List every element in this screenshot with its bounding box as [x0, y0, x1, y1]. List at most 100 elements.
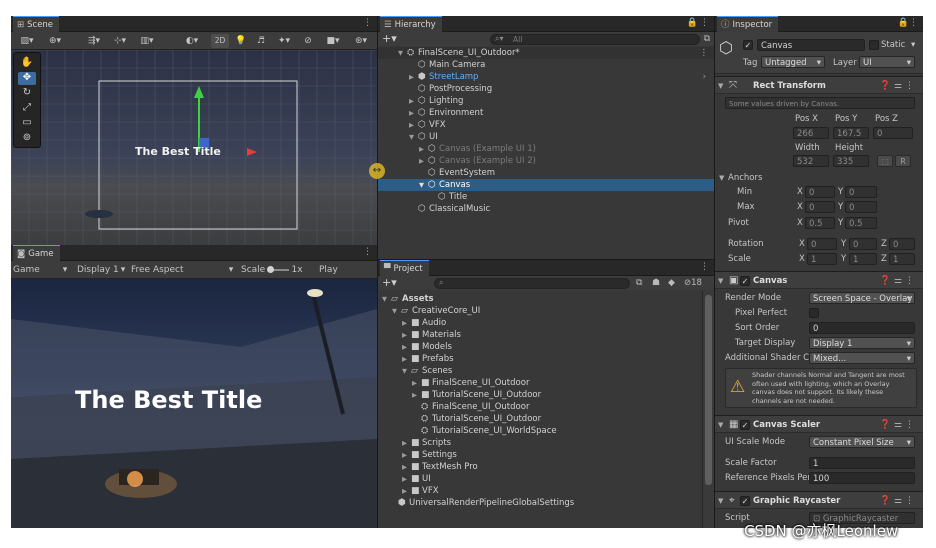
component-header-icons[interactable]: ❓⚌⋮ [880, 492, 917, 510]
tag-dropdown[interactable]: Untagged [761, 56, 825, 68]
anchor-min-y-field[interactable]: 0 [845, 186, 877, 198]
search-by-label-icon[interactable]: ☗ [652, 276, 660, 290]
foldout-arrow-icon[interactable]: ▼ [718, 272, 723, 290]
expand-arrow-icon[interactable]: ▶ [409, 95, 418, 107]
scale-slider-thumb[interactable] [267, 266, 274, 273]
tab-game[interactable]: ◙ Game [13, 245, 60, 261]
draw-mode-icon[interactable]: ▨▾ [15, 34, 39, 48]
rotation-x-field[interactable]: 0 [807, 238, 837, 250]
target-display-dropdown[interactable]: Display 1 [809, 337, 915, 349]
project-row-scene-worldspace[interactable]: ⛭ TutorialScene_UI_WorldSpace [378, 425, 702, 437]
canvas-component-header[interactable]: ▼ ▣ ✓ Canvas ❓⚌⋮ [715, 271, 923, 289]
sort-order-field[interactable]: 0 [809, 322, 915, 334]
expand-arrow-icon[interactable]: ▶ [412, 389, 421, 401]
effects-icon[interactable]: ✦▾ [273, 34, 295, 48]
expand-arrow-icon[interactable]: ▶ [402, 485, 411, 497]
project-row-audio[interactable]: ▶ ■ Audio [378, 317, 702, 329]
expand-arrow-icon[interactable]: ▶ [409, 71, 418, 83]
scale-z-field[interactable]: 1 [889, 253, 915, 265]
foldout-arrow-icon[interactable]: ▼ [718, 492, 723, 510]
tab-inspector[interactable]: ⓘ Inspector [717, 16, 779, 32]
inspector-lock-icon[interactable]: 🔒 [898, 18, 909, 28]
blueprint-mode-button[interactable]: ⬚ [877, 155, 893, 167]
hierarchy-lock-icon[interactable]: 🔒 [687, 18, 698, 28]
expand-arrow-icon[interactable]: ▶ [402, 341, 411, 353]
play-focused-select[interactable]: Play Focused [319, 263, 377, 289]
pos-x-field[interactable]: 266 [793, 127, 829, 139]
grid-snap-icon[interactable]: ▥▾ [135, 34, 159, 48]
tab-project[interactable]: ▀ Project [380, 260, 429, 276]
project-tab-menu-icon[interactable]: ⋮ [700, 262, 709, 272]
hierarchy-add-button[interactable]: +▾ [382, 32, 397, 46]
expand-arrow-icon[interactable]: ▶ [402, 329, 411, 341]
hand-tool-icon[interactable]: ✋ [18, 57, 36, 70]
project-row-urp-settings[interactable]: ⬢ UniversalRenderPipelineGlobalSettings [378, 497, 702, 509]
scene-row-menu-icon[interactable]: ⋮ [700, 47, 709, 59]
project-row-materials[interactable]: ▶ ■ Materials [378, 329, 702, 341]
expand-arrow-icon[interactable]: ▼ [402, 365, 411, 377]
foldout-arrow-icon[interactable]: ▼ [718, 416, 723, 434]
expand-arrow-icon[interactable]: ▶ [402, 461, 411, 473]
height-field[interactable]: 335 [833, 155, 869, 167]
ui-scale-mode-dropdown[interactable]: Constant Pixel Size [809, 436, 915, 448]
expand-arrow-icon[interactable]: ▼ [419, 179, 428, 191]
expand-arrow-icon[interactable]: ▶ [402, 473, 411, 485]
scale-y-field[interactable]: 1 [849, 253, 877, 265]
expand-arrow-icon[interactable]: ▼ [382, 293, 391, 305]
anchor-max-y-field[interactable]: 0 [845, 201, 877, 213]
expand-arrow-icon[interactable]: ▶ [402, 437, 411, 449]
hierarchy-row-canvas-example-1[interactable]: ▶ ⬡ Canvas (Example UI 1) [378, 143, 714, 155]
globe-icon[interactable]: ⊕▾ [43, 34, 67, 48]
foldout-arrow-icon[interactable]: ▼ [718, 77, 723, 95]
hidden-packages-icon[interactable]: ⊘18 [684, 276, 702, 290]
rotation-z-field[interactable]: 0 [889, 238, 915, 250]
display-select[interactable]: Display 1 [77, 263, 121, 277]
hierarchy-scene-visibility-icon[interactable]: ⧉ [704, 32, 710, 46]
move-tool-handle-icon[interactable]: ⇶▾ [83, 34, 105, 48]
anchor-min-x-field[interactable]: 0 [805, 186, 835, 198]
width-field[interactable]: 532 [793, 155, 829, 167]
hierarchy-row-lighting[interactable]: ▶ ⬡ Lighting [378, 95, 714, 107]
game-tab-menu-icon[interactable]: ⋮ [363, 247, 372, 257]
scale-x-field[interactable]: 1 [807, 253, 837, 265]
project-row-ui[interactable]: ▶ ■ UI [378, 473, 702, 485]
expand-arrow-icon[interactable]: ▶ [419, 155, 428, 167]
raw-edit-button[interactable]: R [895, 155, 911, 167]
component-header-icons[interactable]: ❓⚌⋮ [880, 416, 917, 434]
project-search-field[interactable]: ⌕ [434, 278, 630, 289]
project-row-prefabs[interactable]: ▶ ■ Prefabs [378, 353, 702, 365]
hierarchy-row-environment[interactable]: ▶ ⬡ Environment [378, 107, 714, 119]
hierarchy-row-eventsystem[interactable]: ⬡ EventSystem [378, 167, 714, 179]
component-header-icons[interactable]: ❓⚌⋮ [880, 77, 917, 95]
pivot-x-field[interactable]: 0.5 [805, 217, 835, 229]
project-row-scene-folder-tutorial[interactable]: ▶ ■ TutorialScene_UI_Outdoor [378, 389, 702, 401]
static-dropdown-chevron-icon[interactable]: ▾ [911, 39, 915, 51]
aspect-select[interactable]: Free Aspect [131, 263, 191, 277]
expand-arrow-icon[interactable]: ▶ [409, 119, 418, 131]
camera-icon[interactable]: ■▾ [321, 34, 345, 48]
hierarchy-row-scene[interactable]: ▼ ⛭ FinalScene_UI_Outdoor* ⋮ [378, 47, 714, 59]
game-viewport[interactable]: The Best Title [11, 279, 377, 528]
project-row-creativecore[interactable]: ▼ ▱ CreativeCore_UI [378, 305, 702, 317]
object-active-checkbox[interactable]: ✓ [743, 40, 753, 50]
anchor-max-x-field[interactable]: 0 [805, 201, 835, 213]
object-name-field[interactable]: Canvas [757, 39, 865, 51]
transform-tool-icon[interactable]: ⊚ [18, 132, 36, 145]
expand-arrow-icon[interactable]: ▶ [402, 317, 411, 329]
rotation-y-field[interactable]: 0 [849, 238, 877, 250]
pos-y-field[interactable]: 167.5 [833, 127, 869, 139]
shading-sphere-icon[interactable]: ◐▾ [179, 34, 205, 48]
hierarchy-row-vfx[interactable]: ▶ ⬡ VFX [378, 119, 714, 131]
rotate-tool-icon[interactable]: ↻ [18, 87, 36, 100]
pivot-icon[interactable]: ⊹▾ [109, 34, 131, 48]
canvas-enabled-checkbox[interactable]: ✓ [740, 276, 750, 286]
prefab-open-chevron-icon[interactable]: › [703, 71, 706, 83]
expand-arrow-icon[interactable]: ▼ [398, 47, 407, 59]
search-by-type-icon[interactable]: ⧉ [636, 276, 642, 290]
project-row-textmeshpro[interactable]: ▶ ■ TextMesh Pro [378, 461, 702, 473]
project-scroll-thumb[interactable] [705, 295, 712, 485]
canvas-scaler-enabled-checkbox[interactable]: ✓ [740, 420, 750, 430]
hierarchy-row-canvas-example-2[interactable]: ▶ ⬡ Canvas (Example UI 2) [378, 155, 714, 167]
hidden-objects-icon[interactable]: ⊘ [299, 34, 317, 48]
project-row-vfx[interactable]: ▶ ■ VFX [378, 485, 702, 497]
